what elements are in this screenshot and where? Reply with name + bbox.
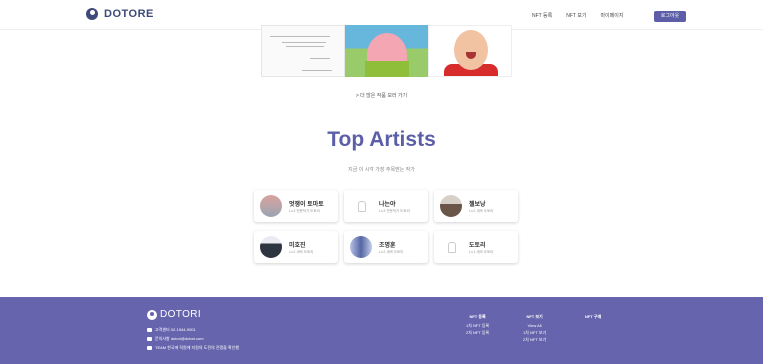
- artist-name: 조명훈: [379, 243, 396, 249]
- artist-card[interactable]: 도토리 Lv.1 새싹 도토리: [434, 231, 518, 263]
- artist-avatar: [440, 195, 462, 217]
- artwork-card-cartoon[interactable]: [345, 25, 428, 77]
- artist-level: Lv.2 새싹 도토리: [289, 250, 314, 254]
- artist-avatar: [350, 236, 372, 258]
- footer-email: 문의사항 dotori@dotori.com: [155, 336, 204, 341]
- footer-link[interactable]: View All: [523, 322, 546, 329]
- artist-level: Lv.2 새싹 도토리: [469, 209, 494, 213]
- phone-icon: [147, 327, 152, 332]
- footer-link[interactable]: 1차 NFT 등록: [466, 322, 489, 329]
- footer: DOTORI 고객센터 02-1544-9001 문의사항 dotori@dot…: [0, 297, 763, 364]
- artist-card[interactable]: 젤보낭 Lv.2 새싹 도토리: [434, 190, 518, 222]
- artist-avatar: [260, 236, 282, 258]
- artist-card[interactable]: 조명훈 Lv.2 새싹 도토리: [344, 231, 428, 263]
- avatar-placeholder-icon: [350, 195, 372, 217]
- logout-button[interactable]: 로그아웃: [654, 11, 686, 22]
- nav-mypage[interactable]: 마이페이지: [600, 12, 623, 19]
- footer-link[interactable]: 2차 NFT 보기: [523, 336, 546, 343]
- artist-name: 나는야: [379, 202, 396, 208]
- artist-name: 미호진: [289, 243, 306, 249]
- top-artists-grid: 멋쟁이 토마토 Lv.3 전문작가 도토리 나는야 Lv.3 전문작가 도토리 …: [254, 190, 520, 263]
- artist-card[interactable]: 미호진 Lv.2 새싹 도토리: [254, 231, 338, 263]
- artist-level: Lv.2 새싹 도토리: [379, 250, 404, 254]
- nav-nft-view[interactable]: NFT 보기: [566, 12, 586, 19]
- footer-col-buy: NFT 구매: [585, 313, 601, 322]
- footer-link[interactable]: 2차 NFT 등록: [466, 329, 489, 336]
- artist-avatar: [260, 195, 282, 217]
- mail-icon: [147, 336, 152, 341]
- footer-col-head[interactable]: NFT 등록: [466, 313, 489, 320]
- artist-name: 멋쟁이 토마토: [289, 202, 324, 208]
- top-artists-title: Top Artists: [327, 128, 436, 151]
- artist-card[interactable]: 나는야 Lv.3 전문작가 도토리: [344, 190, 428, 222]
- artist-name: 젤보낭: [469, 202, 486, 208]
- artist-level: Lv.3 전문작가 도토리: [379, 209, 410, 213]
- footer-logo[interactable]: DOTORI: [147, 309, 201, 320]
- footer-contact: 고객센터 02-1544-9001 문의사항 dotori@dotori.com…: [147, 325, 239, 352]
- footer-col-head[interactable]: NFT 보기: [523, 313, 546, 320]
- footer-team: TEAM 한국에 직원에 지원의 도전의 전쟁을 확인했: [155, 345, 240, 350]
- brand-name: DOTORE: [104, 8, 154, 20]
- footer-col-view: NFT 보기 View All 1차 NFT 보기 2차 NFT 보기: [523, 313, 546, 343]
- more-artworks-link[interactable]: > 더 많은 작품 보러 가기: [0, 92, 763, 99]
- top-artists-subtitle: 지금 이 시각 가장 주목받는 작가: [348, 167, 415, 173]
- logo[interactable]: DOTORE: [86, 8, 154, 20]
- child-photo-image: [454, 30, 488, 70]
- team-icon: [147, 345, 152, 350]
- footer-brand: DOTORI: [160, 309, 202, 320]
- artwork-gallery: [261, 25, 512, 77]
- artist-level: Lv.1 새싹 도토리: [469, 250, 494, 254]
- nav-nft-register[interactable]: NFT 등록: [532, 12, 552, 19]
- artist-level: Lv.3 전문작가 도토리: [289, 209, 320, 213]
- acorn-logo-icon: [86, 8, 98, 20]
- acorn-logo-icon: [147, 309, 157, 320]
- artwork-card-child[interactable]: [428, 25, 512, 77]
- artist-card[interactable]: 멋쟁이 토마토 Lv.3 전문작가 도토리: [254, 190, 338, 222]
- main-nav: NFT 등록 NFT 보기 마이페이지: [532, 12, 623, 19]
- avatar-placeholder-icon: [440, 236, 462, 258]
- artwork-card-document[interactable]: [261, 25, 345, 77]
- footer-col-head[interactable]: NFT 구매: [585, 313, 601, 320]
- artist-name: 도토리: [469, 243, 486, 249]
- footer-link[interactable]: 1차 NFT 보기: [523, 329, 546, 336]
- footer-phone: 고객센터 02-1544-9001: [155, 327, 196, 332]
- footer-col-register: NFT 등록 1차 NFT 등록 2차 NFT 등록: [466, 313, 489, 336]
